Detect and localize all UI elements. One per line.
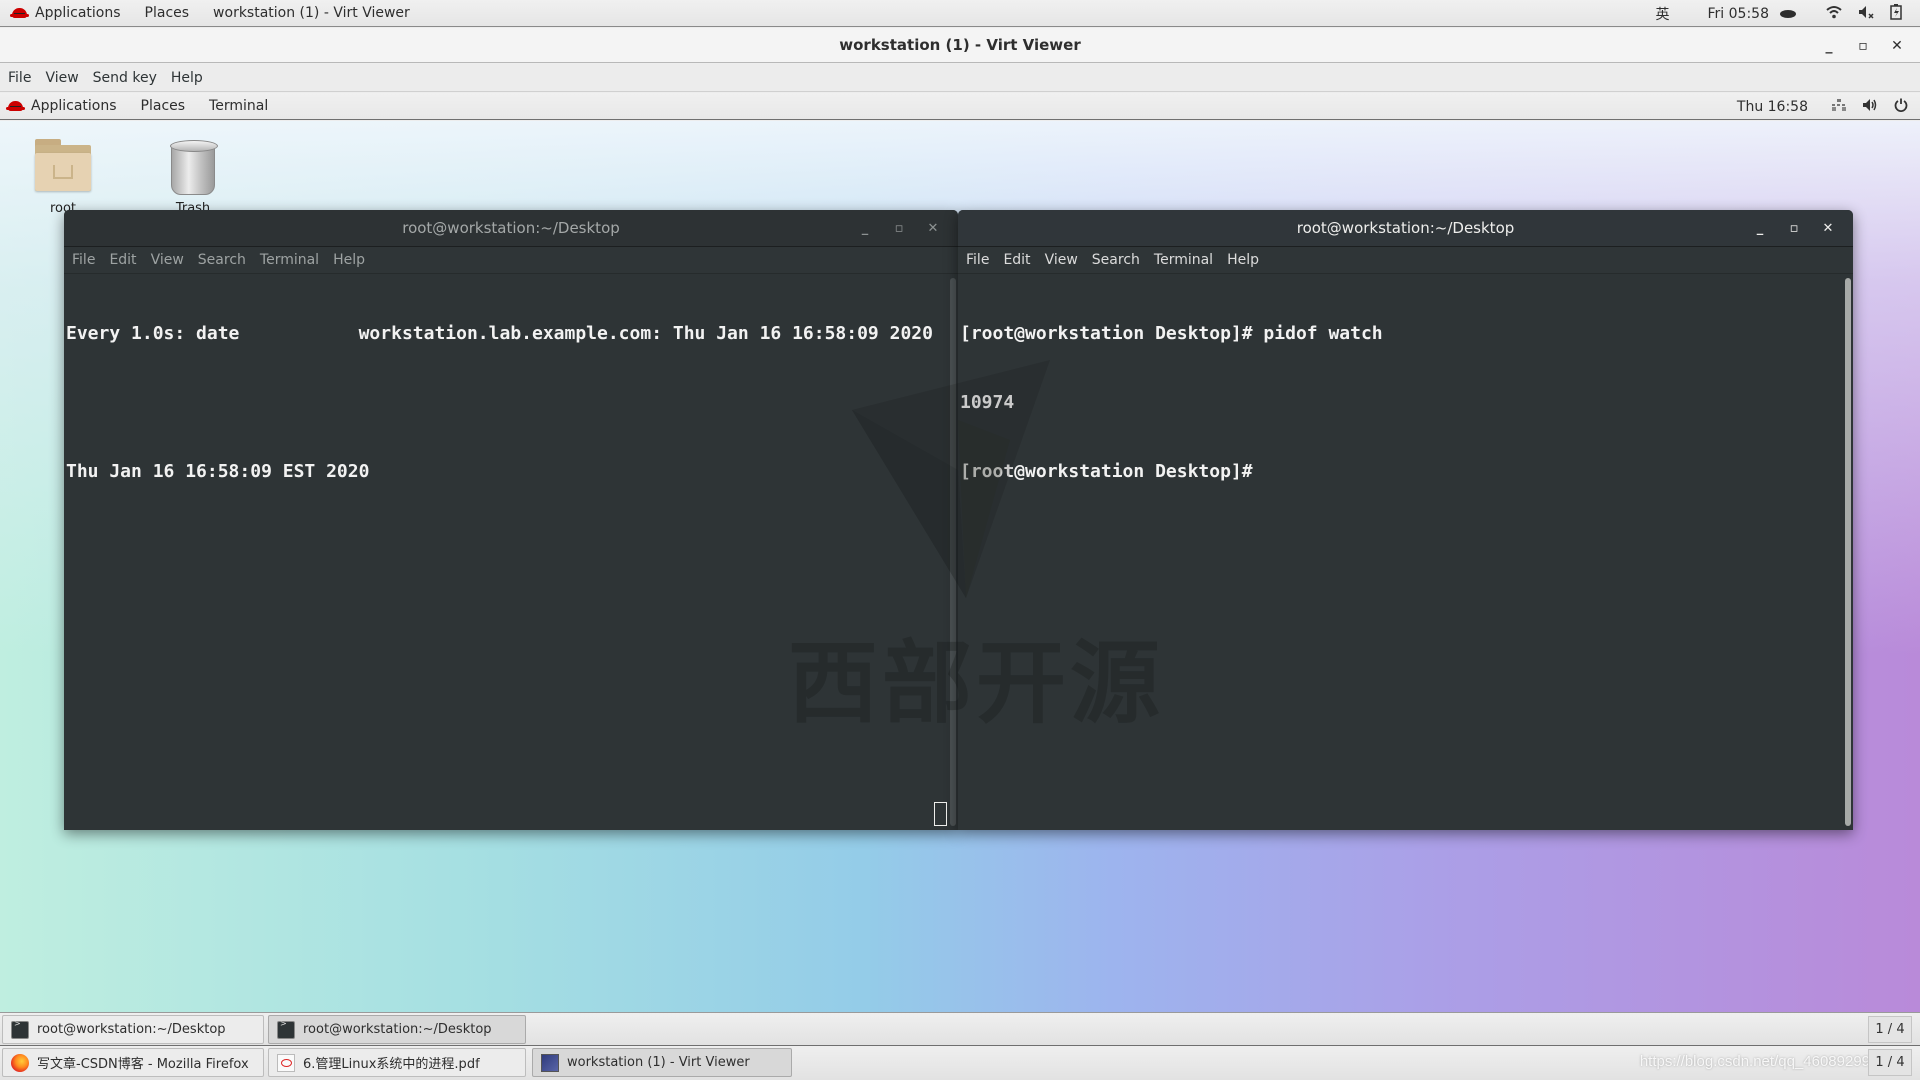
maximize-button[interactable]: ▫ <box>1777 221 1811 236</box>
guest-places-menu[interactable]: Places <box>141 98 186 114</box>
guest-clock[interactable]: Thu 16:58 <box>1737 99 1808 115</box>
menu-view[interactable]: View <box>45 70 78 86</box>
notification-dot-icon <box>1780 9 1796 18</box>
terminal-output[interactable]: Every 1.0s: date workstation.lab.example… <box>64 274 958 830</box>
guest-terminal-menu[interactable]: Terminal <box>209 98 268 114</box>
menu-edit[interactable]: Edit <box>1003 252 1030 268</box>
guest-applications-label: Applications <box>31 98 117 114</box>
guest-terminal-label: Terminal <box>209 98 269 114</box>
power-icon[interactable] <box>1894 98 1908 116</box>
terminal-line: [root@workstation Desktop]# pidof watch <box>960 323 1383 344</box>
host-taskbar: 写文章-CSDN博客 - Mozilla Firefox 6.管理Linux系统… <box>0 1045 1920 1080</box>
terminal-menubar: File Edit View Search Terminal Help <box>958 247 1853 274</box>
guest-places-label: Places <box>140 98 186 114</box>
desktop-icon-trash[interactable]: Trash <box>148 139 238 216</box>
terminal-prompt: [root@workstation Desktop]# <box>960 461 1253 482</box>
terminal-title: root@workstation:~/Desktop <box>1296 219 1515 237</box>
host-active-window-label: workstation (1) - Virt Viewer <box>213 5 410 21</box>
close-button[interactable]: ✕ <box>916 221 950 236</box>
redhat-logo-icon <box>10 8 29 18</box>
menu-file[interactable]: File <box>72 252 95 268</box>
taskbar-item-label: workstation (1) - Virt Viewer <box>567 1055 750 1070</box>
virt-viewer-icon <box>541 1053 559 1072</box>
menu-view[interactable]: View <box>151 252 184 268</box>
terminal-titlebar[interactable]: root@workstation:~/Desktop _ ▫ ✕ <box>958 210 1853 247</box>
guest-applications-menu[interactable]: Applications <box>6 98 117 114</box>
terminal-window-left[interactable]: root@workstation:~/Desktop _ ▫ ✕ File Ed… <box>64 210 958 830</box>
terminal-title: root@workstation:~/Desktop <box>402 219 620 237</box>
pdf-icon <box>277 1053 295 1072</box>
terminal-icon <box>277 1019 295 1039</box>
redhat-logo-icon <box>6 101 25 111</box>
menu-file[interactable]: File <box>8 70 31 86</box>
terminal-line: Every 1.0s: date workstation.lab.example… <box>66 323 933 344</box>
firefox-icon <box>11 1053 29 1072</box>
terminal-line: Thu Jan 16 16:58:09 EST 2020 <box>66 461 370 482</box>
terminal-cursor <box>934 802 947 826</box>
minimize-button[interactable]: _ <box>1743 221 1777 236</box>
host-applications-label: Applications <box>35 5 121 21</box>
host-clock-label: Fri 05:58 <box>1707 5 1769 22</box>
host-clock[interactable]: Fri 05:58 <box>1678 6 1804 22</box>
menu-terminal[interactable]: Terminal <box>1154 252 1213 268</box>
home-folder-icon <box>35 139 91 191</box>
virt-viewer-menubar: File View Send key Help <box>0 64 1920 92</box>
terminal-output[interactable]: [root@workstation Desktop]# pidof watch … <box>958 274 1853 830</box>
menu-search[interactable]: Search <box>1092 252 1140 268</box>
battery-charging-icon[interactable] <box>1882 3 1910 24</box>
virt-viewer-title: workstation (1) - Virt Viewer <box>839 36 1081 54</box>
scrollbar[interactable] <box>1845 278 1851 826</box>
menu-view[interactable]: View <box>1045 252 1078 268</box>
menu-help[interactable]: Help <box>333 252 365 268</box>
workspace-pager[interactable]: 1 / 4 <box>1868 1049 1912 1076</box>
virt-viewer-titlebar: workstation (1) - Virt Viewer _ ▫ ✕ <box>0 28 1920 63</box>
scrollbar[interactable] <box>950 278 956 826</box>
menu-help[interactable]: Help <box>1227 252 1259 268</box>
taskbar-item-terminal-1[interactable]: root@workstation:~/Desktop <box>2 1015 264 1044</box>
volume-muted-icon[interactable] <box>1850 5 1882 23</box>
network-icon[interactable] <box>1832 98 1846 115</box>
terminal-menubar: File Edit View Search Terminal Help <box>64 247 958 274</box>
taskbar-item-label: root@workstation:~/Desktop <box>37 1022 226 1037</box>
menu-terminal[interactable]: Terminal <box>260 252 319 268</box>
close-button[interactable]: ✕ <box>1811 221 1845 236</box>
menu-file[interactable]: File <box>966 252 989 268</box>
menu-send-key[interactable]: Send key <box>93 70 157 86</box>
minimize-button[interactable]: _ <box>1812 38 1846 54</box>
maximize-button[interactable]: ▫ <box>1846 38 1880 54</box>
taskbar-item-virt-viewer[interactable]: workstation (1) - Virt Viewer <box>532 1048 792 1077</box>
desktop-icon-root[interactable]: root <box>18 139 108 216</box>
guest-top-panel: Applications Places Terminal Thu 16:58 <box>0 93 1920 120</box>
host-top-bar: Applications Places workstation (1) - Vi… <box>0 0 1920 27</box>
input-method-indicator[interactable]: 英 <box>1648 4 1678 24</box>
host-places-menu[interactable]: Places <box>133 5 202 21</box>
taskbar-item-label: 写文章-CSDN博客 - Mozilla Firefox <box>37 1057 249 1072</box>
taskbar-item-label: 6.管理Linux系统中的进程.pdf <box>303 1057 480 1072</box>
host-places-label: Places <box>144 5 190 21</box>
wifi-icon[interactable] <box>1804 5 1850 23</box>
menu-search[interactable]: Search <box>198 252 246 268</box>
terminal-icon <box>11 1019 29 1039</box>
volume-icon[interactable] <box>1862 98 1878 116</box>
menu-help[interactable]: Help <box>171 70 203 86</box>
taskbar-item-pdf[interactable]: 6.管理Linux系统中的进程.pdf <box>268 1048 526 1077</box>
workspace-pager[interactable]: 1 / 4 <box>1868 1016 1912 1043</box>
close-button[interactable]: ✕ <box>1880 38 1914 54</box>
host-active-window-menu[interactable]: workstation (1) - Virt Viewer <box>201 5 422 21</box>
taskbar-item-label: root@workstation:~/Desktop <box>303 1022 492 1037</box>
csdn-watermark: https://blog.csdn.net/qq_46089299 <box>1639 1053 1870 1070</box>
taskbar-item-firefox[interactable]: 写文章-CSDN博客 - Mozilla Firefox <box>2 1048 264 1077</box>
trash-icon <box>170 140 218 195</box>
terminal-window-right[interactable]: root@workstation:~/Desktop _ ▫ ✕ File Ed… <box>958 210 1853 830</box>
minimize-button[interactable]: _ <box>848 221 882 236</box>
terminal-titlebar[interactable]: root@workstation:~/Desktop _ ▫ ✕ <box>64 210 958 247</box>
guest-taskbar: root@workstation:~/Desktop root@workstat… <box>0 1012 1920 1045</box>
menu-edit[interactable]: Edit <box>109 252 136 268</box>
taskbar-item-terminal-2[interactable]: root@workstation:~/Desktop <box>268 1015 526 1044</box>
maximize-button[interactable]: ▫ <box>882 221 916 236</box>
host-applications-menu[interactable]: Applications <box>0 5 133 21</box>
terminal-line: 10974 <box>960 392 1015 413</box>
